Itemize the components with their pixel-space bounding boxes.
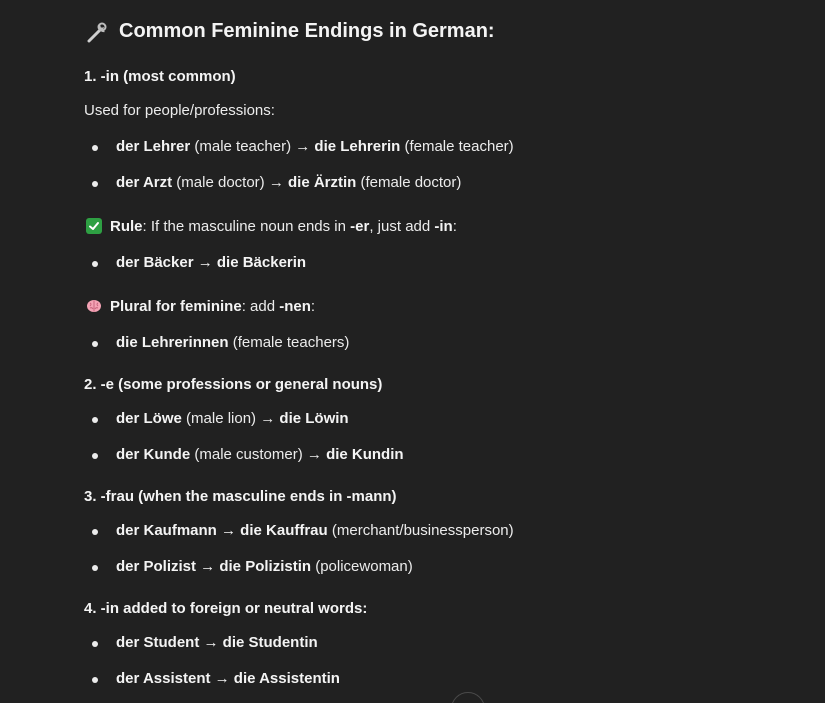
plural-line: Plural for feminine: add -nen: [84,297,315,317]
scroll-down-button[interactable] [451,692,485,703]
list-item: der Lehrer (male teacher) → die Lehrerin… [92,138,514,155]
check-mark-icon [86,218,102,234]
list-item: der Polizist → die Polizistin (policewom… [92,558,413,575]
list-item: der Student → die Studentin [92,634,318,651]
list-item: der Assistent → die Assistentin [92,670,340,687]
section-heading: Common Feminine Endings in German: [84,20,495,43]
section-title-3: 3. -frau (when the masculine ends in -ma… [84,488,397,505]
list-item: die Lehrerinnen (female teachers) [91,334,350,351]
list-item: der Löwe (male lion) → die Löwin [92,410,349,427]
list-item: der Kaufmann → die Kauffrau (merchant/bu… [92,522,514,539]
brain-icon [87,300,101,312]
heading-text: Common Feminine Endings in German: [119,20,495,42]
wrench-icon [87,22,107,42]
section-intro-1: Used for people/professions: [84,102,275,119]
list-item: der Kunde (male customer) → die Kundin [92,446,404,463]
section-title-4: 4. -in added to foreign or neutral words… [84,600,368,617]
section-title-1: 1. -in (most common) [84,68,236,85]
rule-line: Rule: If the masculine noun ends in -er,… [84,217,457,237]
section-title-2: 2. -e (some professions or general nouns… [84,376,383,393]
list-item: der Arzt (male doctor) → die Ärztin (fem… [91,174,462,191]
list-item: der Bäcker → die Bäckerin [91,254,307,271]
